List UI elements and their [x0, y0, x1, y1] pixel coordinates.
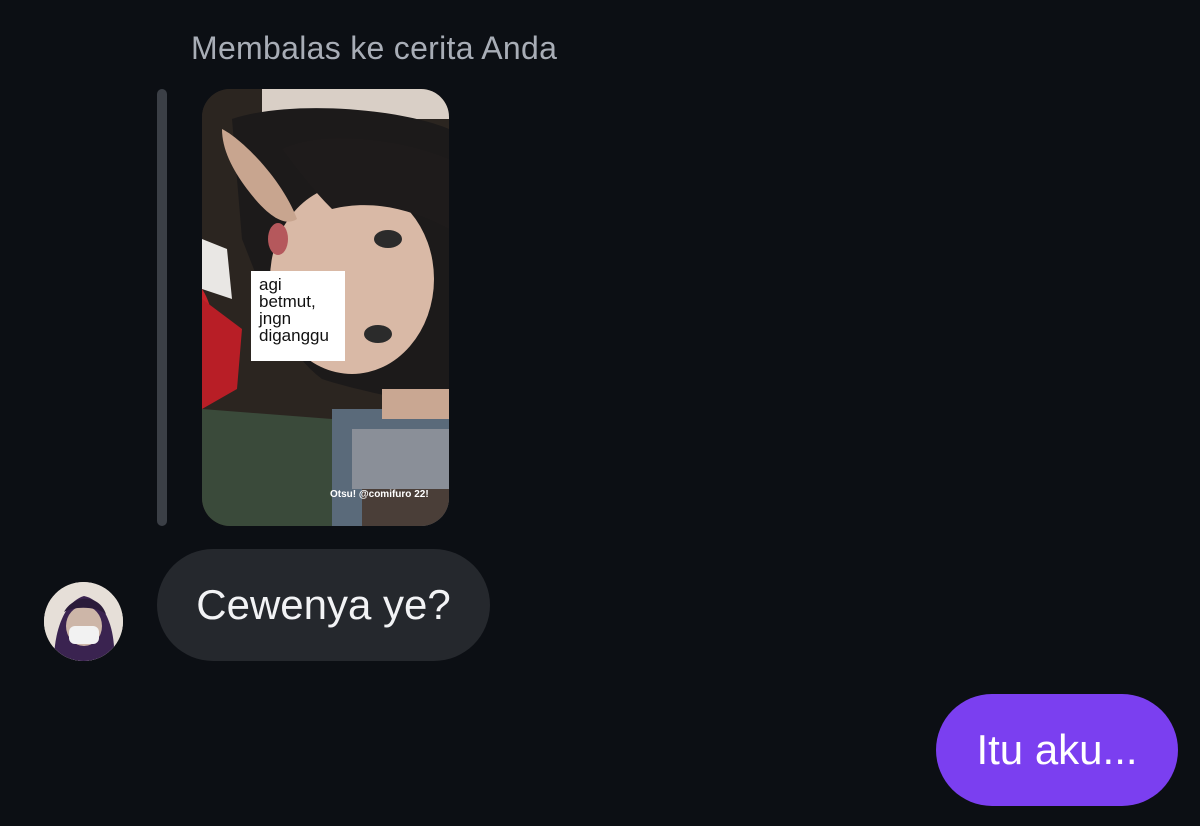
story-credit-text: Otsu! @comifuro 22!: [330, 489, 429, 500]
story-caption-sticker: agi betmut, jngn diganggu: [251, 271, 345, 361]
avatar-photo: [44, 582, 123, 661]
reply-context-label: Membalas ke cerita Anda: [191, 30, 558, 66]
incoming-message-bubble[interactable]: Cewenya ye?: [157, 549, 490, 661]
reply-quote-bar: [157, 89, 167, 526]
story-thumbnail[interactable]: agi betmut, jngn diganggu Otsu! @comifur…: [202, 89, 449, 526]
sender-avatar[interactable]: [44, 582, 123, 661]
chat-screen: Membalas ke cerita Anda agi betmut, jngn…: [0, 0, 1200, 826]
outgoing-message-bubble[interactable]: Itu aku...: [936, 694, 1178, 806]
